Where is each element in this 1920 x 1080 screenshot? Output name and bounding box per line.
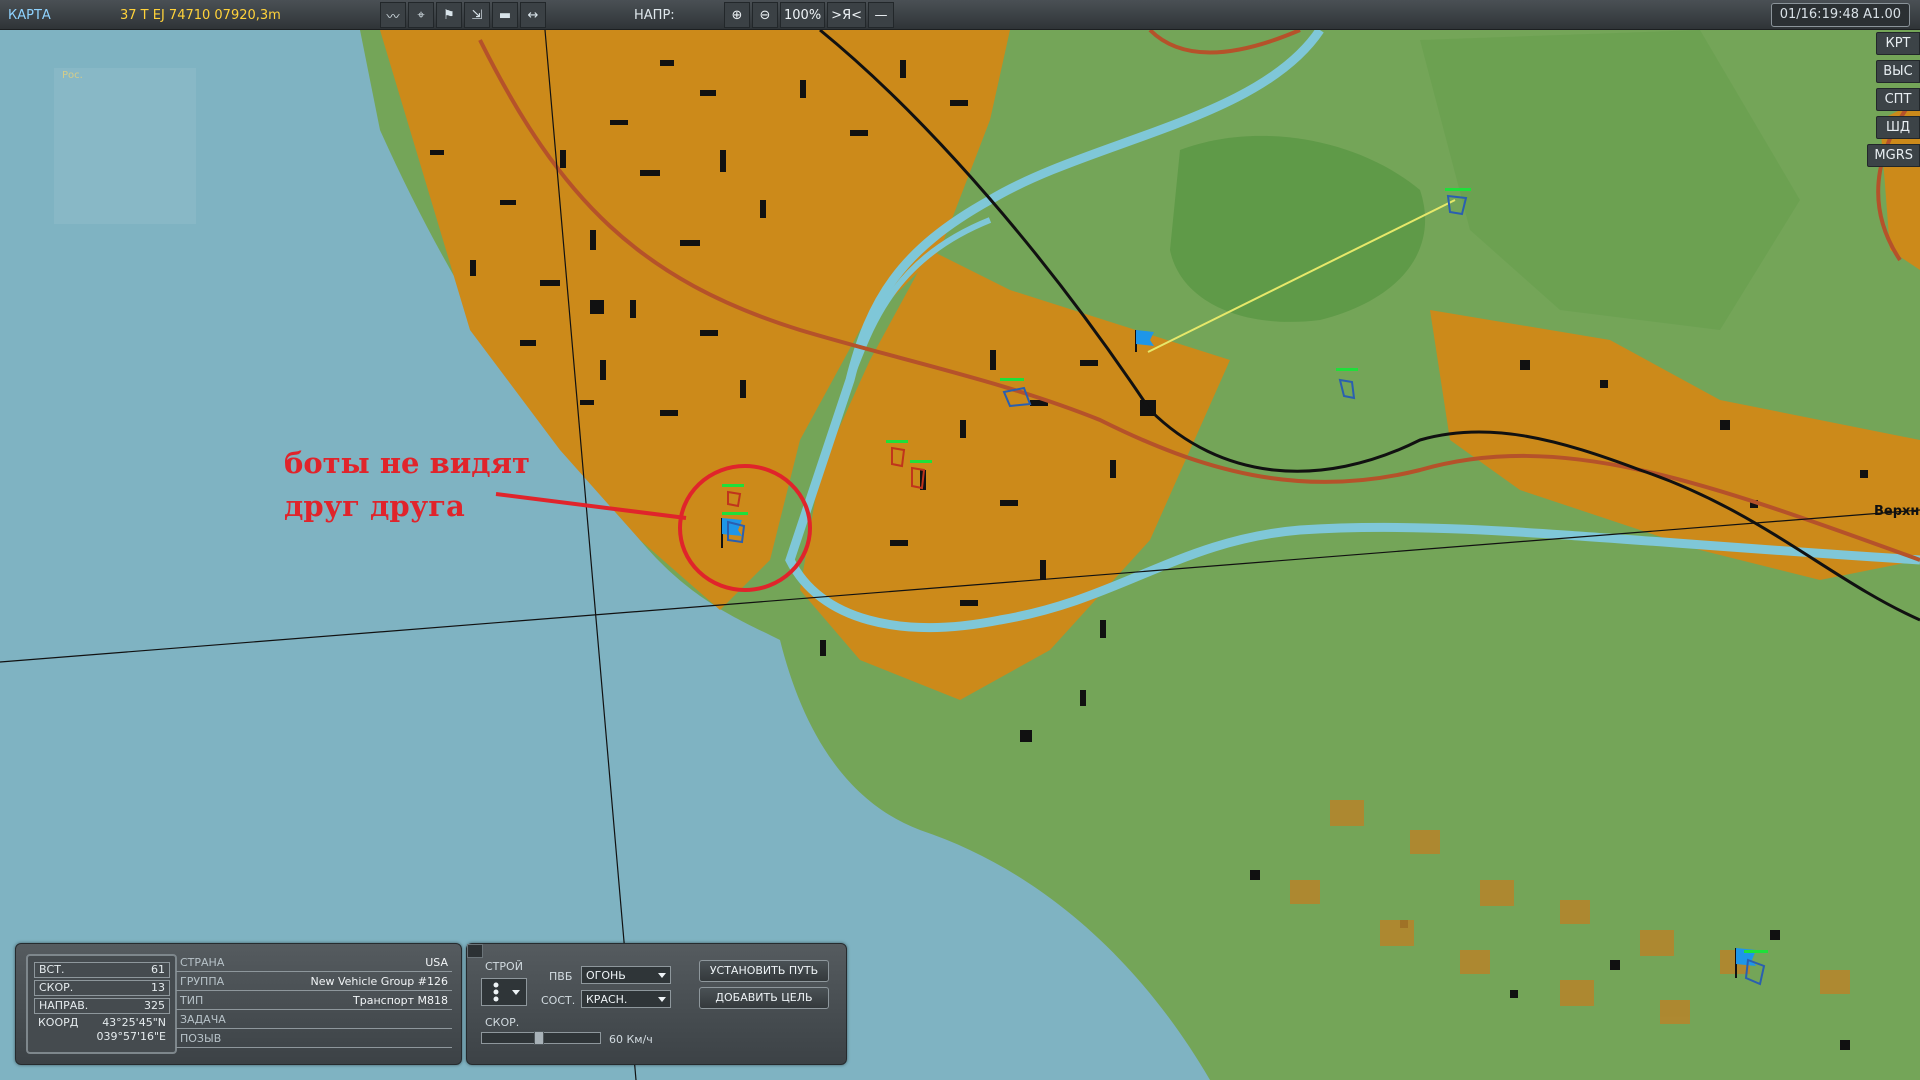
task-row: ЗАДАЧА [176, 1012, 452, 1029]
roe-select[interactable]: ОГОНЬ [581, 966, 671, 984]
unit-icon[interactable]: ⚑ [436, 2, 462, 28]
speed-value: 60 Км/ч [609, 1033, 653, 1046]
annotation-text: боты не видят друг друга [284, 442, 530, 528]
speed-stat: СКОР. 13 [34, 980, 170, 996]
country-row: СТРАНА USA [176, 955, 452, 972]
place-label: Верхне [1874, 504, 1920, 519]
tool-group: 〰 ⌖ ⚑ ⇲ ▬ ↔ [380, 2, 546, 28]
zoom-in-button[interactable]: ⊕ [724, 2, 750, 28]
map-canvas[interactable] [0, 0, 1920, 1080]
formation-label: СТРОЙ [485, 960, 523, 973]
state-select[interactable]: КРАСН. [581, 990, 671, 1008]
group-row: ГРУППА New Vehicle Group #126 [176, 974, 452, 991]
zoom-controls: ⊕ ⊖ 100% >Я< — [724, 2, 894, 28]
satellite-layer-button[interactable]: СПТ [1876, 88, 1920, 111]
speed-slider-handle[interactable] [534, 1031, 544, 1045]
coord-lon: 039°57'16"E [96, 1030, 166, 1043]
state-value: КРАСН. [586, 993, 628, 1006]
map-title: КАРТА [8, 8, 51, 23]
unit-stats: ВСТ. 61 СКОР. 13 НАПРАВ. 325 КООРД 43°25'45… [26, 954, 177, 1054]
map-layer-buttons: КРТ ВЫС СПТ ШД MGRS [1867, 32, 1920, 167]
chevron-down-icon [658, 973, 666, 978]
roe-value: ОГОНЬ [586, 969, 626, 982]
mgrs-button[interactable]: MGRS [1867, 144, 1920, 167]
altitude-stat: ВСТ. 61 [34, 962, 170, 978]
speed-label: СКОР. [485, 1016, 520, 1029]
map-overlay-box: Рос. [54, 68, 196, 224]
dash-button[interactable]: — [868, 2, 894, 28]
chevron-down-icon [658, 997, 666, 1002]
route-icon[interactable]: 〰 [380, 2, 406, 28]
add-target-button[interactable]: ДОБАВИТЬ ЦЕЛЬ [699, 987, 829, 1009]
cursor-coordinates: 37 T EJ 74710 07920,3m [120, 8, 281, 23]
unit-info-panel: ВСТ. 61 СКОР. 13 НАПРАВ. 325 КООРД 43°25'45… [15, 943, 462, 1065]
comment-icon[interactable]: ▬ [492, 2, 518, 28]
overlay-label: Рос. [62, 70, 83, 81]
ruler-icon[interactable]: ↔ [520, 2, 546, 28]
zoom-level: 100% [780, 2, 826, 28]
callsign-row: ПОЗЫВ [176, 1031, 452, 1048]
annotation-line-1: боты не видят [284, 446, 530, 480]
target-icon[interactable]: ⌖ [408, 2, 434, 28]
direction-label: НАПР: [634, 8, 675, 23]
mission-time: 01/16:19:48 A1.00 [1770, 3, 1910, 27]
center-self-button[interactable]: >Я< [827, 2, 866, 28]
state-label: СОСТ. [541, 994, 576, 1007]
altitude-layer-button[interactable]: ВЫС [1876, 60, 1920, 83]
panel-collapse-icon[interactable] [467, 944, 483, 958]
type-row: ТИП Транспорт M818 [176, 993, 452, 1010]
top-toolbar: КАРТА 37 T EJ 74710 07920,3m 〰 ⌖ ⚑ ⇲ ▬ ↔… [0, 0, 1920, 30]
roe-label: ПВБ [549, 970, 573, 983]
map-layer-button[interactable]: КРТ [1876, 32, 1920, 55]
zoom-out-button[interactable]: ⊖ [752, 2, 778, 28]
marker-icon[interactable]: ⇲ [464, 2, 490, 28]
orders-panel: СТРОЙ ПВБ ОГОНЬ СОСТ. КРАСН. СКОР. 60 Км… [466, 943, 847, 1065]
formation-select[interactable] [481, 978, 527, 1006]
latlong-button[interactable]: ШД [1876, 116, 1920, 139]
speed-slider[interactable] [481, 1031, 601, 1045]
coord-lat: 43°25'45"N [102, 1016, 166, 1029]
heading-stat: НАПРАВ. 325 [34, 998, 170, 1014]
set-route-button[interactable]: УСТАНОВИТЬ ПУТЬ [699, 960, 829, 982]
annotation-line-2: друг друга [284, 489, 465, 523]
